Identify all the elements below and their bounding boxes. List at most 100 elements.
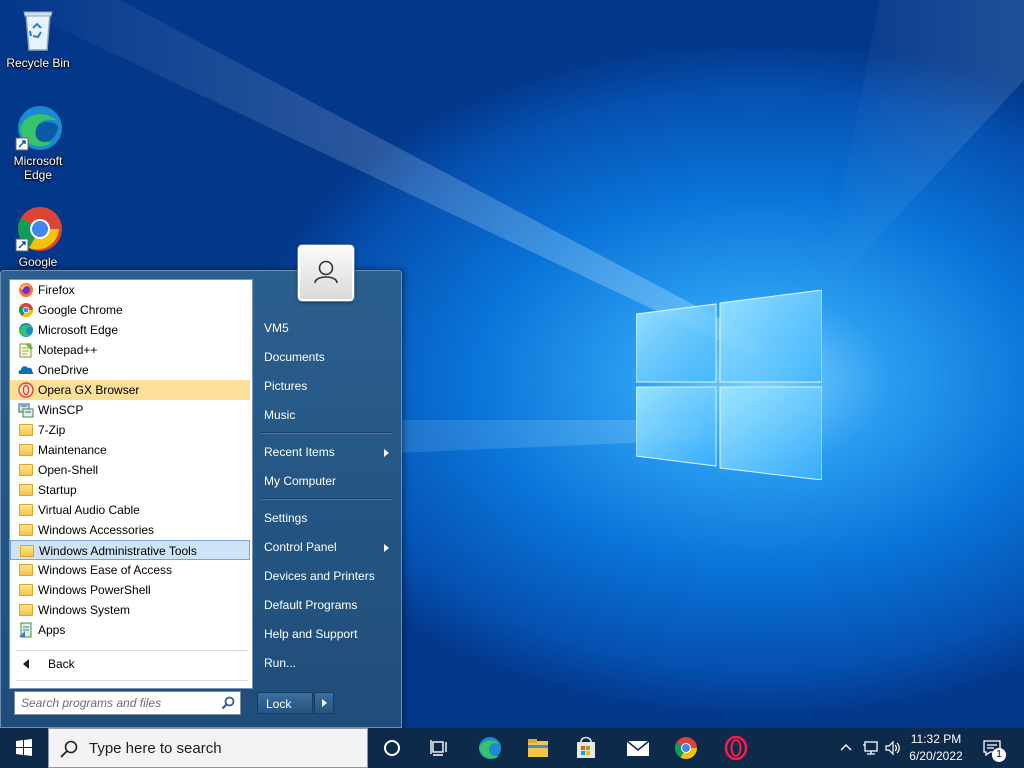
program-item[interactable]: Windows Accessories: [10, 520, 250, 540]
program-item[interactable]: Maintenance: [10, 440, 250, 460]
windows-logo-wallpaper: [636, 290, 822, 480]
program-label: 7-Zip: [38, 423, 66, 437]
program-item[interactable]: Windows Ease of Access: [10, 560, 250, 580]
back-button[interactable]: Back: [10, 654, 250, 674]
program-item[interactable]: Windows Administrative Tools: [10, 540, 250, 560]
folder-icon: [19, 484, 33, 496]
desktop-icon-label: Recycle Bin: [6, 56, 70, 70]
submenu-arrow-icon: [384, 544, 389, 552]
show-hidden-icons-button[interactable]: [838, 740, 854, 759]
program-item[interactable]: Windows System: [10, 600, 250, 620]
edge-icon: [479, 737, 501, 759]
store-icon: [577, 736, 595, 758]
program-item[interactable]: Microsoft Edge: [10, 320, 250, 340]
back-arrow-icon: [18, 656, 34, 672]
start-link-devices-and-printers[interactable]: Devices and Printers: [262, 564, 392, 588]
start-link-control-panel[interactable]: Control Panel: [262, 535, 392, 559]
program-item[interactable]: Open-Shell: [10, 460, 250, 480]
start-link-help-and-support[interactable]: Help and Support: [262, 622, 392, 646]
start-search-box[interactable]: [14, 691, 241, 715]
start-link-label: Help and Support: [264, 627, 358, 641]
desktop-icon-chrome[interactable]: Google: [0, 205, 76, 269]
taskbar-opera-gx[interactable]: [712, 728, 760, 768]
program-label: Startup: [38, 483, 77, 497]
taskbar-mail[interactable]: [614, 728, 662, 768]
opera-gx-icon: [18, 382, 34, 398]
start-link-my-computer[interactable]: My Computer: [262, 469, 392, 493]
lock-label: Lock: [266, 697, 292, 711]
program-item[interactable]: 7-Zip: [10, 420, 250, 440]
start-link-label: Pictures: [264, 379, 308, 393]
taskbar-store[interactable]: [562, 728, 610, 768]
search-separator: [16, 680, 248, 681]
start-right-separator: [262, 498, 392, 500]
start-link-vm5[interactable]: VM5: [262, 316, 392, 340]
desktop-icon-recycle-bin[interactable]: Recycle Bin: [0, 6, 76, 70]
user-avatar[interactable]: [298, 245, 354, 301]
search-icon: [221, 696, 235, 713]
submenu-arrow-icon: [384, 449, 389, 457]
start-link-settings[interactable]: Settings: [262, 506, 392, 530]
start-button[interactable]: [0, 728, 48, 768]
program-label: Firefox: [38, 283, 75, 297]
volume-button[interactable]: [884, 739, 902, 760]
program-label: Microsoft Edge: [38, 323, 119, 337]
program-label: WinSCP: [38, 403, 84, 417]
program-item[interactable]: Windows PowerShell: [10, 580, 250, 600]
start-search-input[interactable]: [15, 692, 210, 714]
desktop-icon-edge[interactable]: Microsoft Edge: [0, 104, 76, 182]
firefox-icon: [18, 282, 34, 298]
program-item[interactable]: Opera GX Browser: [10, 380, 250, 400]
network-button[interactable]: [862, 739, 880, 760]
folder-icon: [19, 504, 33, 516]
start-link-label: Control Panel: [264, 540, 337, 554]
winscp-icon: [18, 402, 34, 418]
start-link-label: Default Programs: [264, 598, 358, 612]
taskbar: Type here to search 11:32 PM 6/20/2022 1: [0, 728, 1024, 768]
start-link-label: Documents: [264, 350, 325, 364]
program-item[interactable]: Virtual Audio Cable: [10, 500, 250, 520]
program-item[interactable]: Google Chrome: [10, 300, 250, 320]
program-label: Apps: [38, 623, 66, 637]
cortana-button[interactable]: [368, 728, 416, 768]
mail-icon: [626, 740, 650, 756]
start-link-music[interactable]: Music: [262, 403, 392, 427]
start-link-label: Devices and Printers: [264, 569, 375, 583]
folder-icon: [19, 524, 33, 536]
power-options-arrow[interactable]: [314, 692, 334, 714]
program-item[interactable]: Startup: [10, 480, 250, 500]
taskbar-file-explorer[interactable]: [514, 728, 562, 768]
edge-icon: [14, 104, 62, 152]
clock[interactable]: 11:32 PM 6/20/2022: [905, 731, 967, 765]
taskbar-chrome[interactable]: [662, 728, 710, 768]
program-item[interactable]: Notepad++: [10, 340, 250, 360]
program-label: Open-Shell: [38, 463, 99, 477]
program-label: Windows System: [38, 603, 131, 617]
program-item[interactable]: WinSCP: [10, 400, 250, 420]
chrome-icon: [18, 302, 34, 318]
start-link-pictures[interactable]: Pictures: [262, 374, 392, 398]
start-right-separator: [262, 432, 392, 434]
program-label: Opera GX Browser: [38, 383, 140, 397]
start-link-default-programs[interactable]: Default Programs: [262, 593, 392, 617]
task-view-button[interactable]: [416, 728, 464, 768]
program-item[interactable]: OneDrive: [10, 360, 250, 380]
taskbar-search-box[interactable]: Type here to search: [48, 728, 368, 768]
action-center-button[interactable]: 1: [980, 736, 1008, 762]
program-label: Maintenance: [38, 443, 107, 457]
folder-icon: [19, 444, 33, 456]
edge-icon: [18, 322, 34, 338]
desktop-icon-label: Google: [18, 255, 58, 269]
start-link-label: Recent Items: [264, 445, 335, 459]
program-label: Google Chrome: [38, 303, 123, 317]
lock-button[interactable]: Lock: [257, 692, 313, 714]
program-item[interactable]: Apps: [10, 620, 250, 640]
start-link-recent-items[interactable]: Recent Items: [262, 440, 392, 464]
start-link-run[interactable]: Run...: [262, 651, 392, 675]
program-label: OneDrive: [38, 363, 89, 377]
program-item[interactable]: Firefox: [10, 280, 250, 300]
task-view-icon: [430, 740, 447, 756]
clock-date: 6/20/2022: [909, 749, 963, 763]
taskbar-edge[interactable]: [466, 728, 514, 768]
start-link-documents[interactable]: Documents: [262, 345, 392, 369]
